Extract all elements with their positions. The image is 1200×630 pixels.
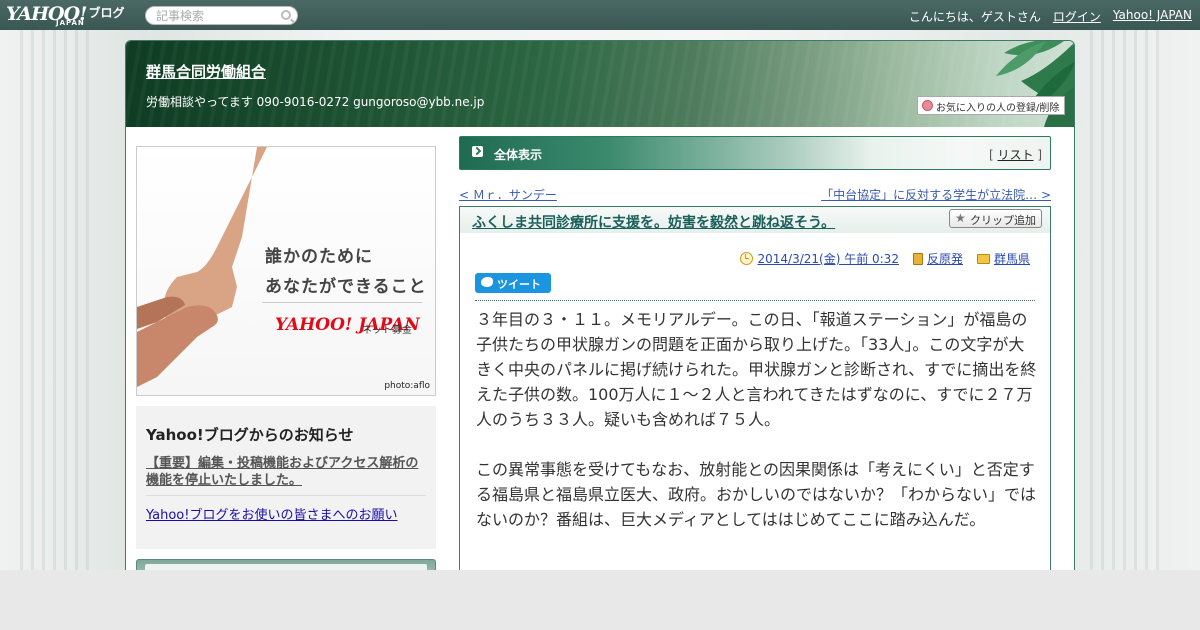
category-link-antinuclear[interactable]: 反原発 bbox=[927, 250, 963, 267]
banner-line-1: 誰かのために bbox=[265, 247, 373, 267]
yahoo-blog-logo[interactable]: YAHOO! ブログ JAPAN bbox=[6, 3, 125, 27]
article-title[interactable]: ふくしま共同診療所に支援を。妨害を毅然と跳ね返そう。 bbox=[472, 212, 835, 232]
article-date: 2014/3/21(金) 午前 0:32 bbox=[740, 250, 899, 267]
favorite-button-label: お気に入りの人の登録/削除 bbox=[936, 103, 1060, 114]
article-divider bbox=[475, 300, 1035, 301]
search-icon[interactable] bbox=[281, 10, 291, 20]
category-link-gunma[interactable]: 群馬県 bbox=[994, 250, 1030, 267]
all-display-label: 全体表示 bbox=[494, 148, 543, 162]
next-article-link[interactable]: 「中台協定」に反対する学生が立法院… > bbox=[821, 186, 1051, 203]
net-donation-banner[interactable]: 誰かのために あなたができること YAHOO! JAPAN ネット募金 phot… bbox=[136, 146, 436, 396]
list-link-wrapper: [ リスト ] bbox=[989, 146, 1042, 163]
notice-link-request[interactable]: Yahoo!ブログをお使いの皆さまへのお願い bbox=[146, 504, 426, 523]
search-input[interactable] bbox=[156, 9, 274, 23]
article-category: 反原発 bbox=[912, 250, 963, 267]
yahoo-blog-notice: Yahoo!ブログからのお知らせ 【重要】編集・投稿機能およびアクセス解析の機能… bbox=[136, 406, 436, 549]
list-bracket-close: ] bbox=[1037, 148, 1042, 162]
top-bar: YAHOO!ブログ JAPAN こんにちは、ゲストさん ログイン Yahoo! … bbox=[0, 0, 1200, 30]
article-date-link[interactable]: 2014/3/21(金) 午前 0:32 bbox=[757, 250, 898, 267]
logo-japan-text: JAPAN bbox=[56, 19, 85, 27]
article: ふくしま共同診療所に支援を。妨害を毅然と跳ね返そう。 ★ クリップ追加 2014… bbox=[459, 206, 1051, 579]
clip-button-label: クリップ追加 bbox=[970, 214, 1036, 227]
book-icon bbox=[912, 252, 923, 265]
list-bracket-open: [ bbox=[988, 148, 994, 162]
logo-blog-text: ブログ bbox=[88, 6, 125, 20]
blog-description: 労働相談やってます 090-9016-0272 gungoroso@ybb.ne… bbox=[146, 95, 485, 109]
tweet-button[interactable]: ツイート bbox=[475, 273, 551, 293]
twitter-bird-icon bbox=[481, 277, 493, 287]
star-icon: ★ bbox=[955, 211, 966, 225]
prev-article-link[interactable]: < Ｍｒ．サンデー bbox=[459, 186, 557, 203]
handshake-icon bbox=[137, 147, 267, 387]
tweet-label: ツイート bbox=[497, 278, 541, 291]
notice-title: Yahoo!ブログからのお知らせ bbox=[146, 426, 354, 444]
article-body: ３年目の３・１１。メモリアルデー。この日、「報道ステーション」が福島の子供たちの… bbox=[476, 307, 1038, 557]
login-link[interactable]: ログイン bbox=[1053, 8, 1101, 25]
favorite-icon bbox=[922, 100, 933, 111]
clock-icon bbox=[740, 252, 754, 265]
article-paragraph-1: ３年目の３・１１。メモリアルデー。この日、「報道ステーション」が福島の子供たちの… bbox=[476, 310, 1037, 429]
blog-header: 群馬合同労働組合 労働相談やってます 090-9016-0272 gungoro… bbox=[126, 41, 1074, 127]
arrow-right-icon bbox=[472, 146, 483, 157]
greeting-text: こんにちは、ゲストさん bbox=[908, 10, 1041, 24]
folder-icon bbox=[976, 253, 990, 264]
blog-title[interactable]: 群馬合同労働組合 bbox=[146, 61, 266, 82]
banner-net-donation: ネット募金 bbox=[362, 325, 412, 336]
article-title-bar: ふくしま共同診療所に支援を。妨害を毅然と跳ね返そう。 ★ クリップ追加 bbox=[460, 207, 1050, 233]
banner-divider bbox=[262, 302, 422, 303]
article-folder: 群馬県 bbox=[976, 250, 1030, 267]
page-footer-area bbox=[0, 570, 1200, 630]
clip-add-button[interactable]: ★ クリップ追加 bbox=[949, 209, 1042, 228]
top-nav: こんにちは、ゲストさん ログイン Yahoo! JAPAN bbox=[909, 8, 1192, 25]
all-display-bar: 全体表示 [ リスト ] bbox=[459, 136, 1051, 170]
yahoo-japan-link[interactable]: Yahoo! JAPAN bbox=[1113, 8, 1192, 25]
article-search bbox=[145, 6, 298, 25]
article-paragraph-2: この異常事態を受けてもなお、放射能との因果関係は「考えにくい」と否定する福島県と… bbox=[476, 460, 1037, 529]
blog-frame: 群馬合同労働組合 労働相談やってます 090-9016-0272 gungoro… bbox=[125, 40, 1075, 580]
favorite-register-button[interactable]: お気に入りの人の登録/削除 bbox=[917, 96, 1065, 115]
list-link[interactable]: リスト bbox=[997, 148, 1033, 162]
banner-photo-credit: photo:aflo bbox=[384, 381, 430, 391]
banner-line-2: あなたができること bbox=[265, 277, 427, 297]
article-meta: 2014/3/21(金) 午前 0:32 反原発 群馬県 bbox=[740, 250, 1030, 267]
notice-link-important[interactable]: 【重要】編集・投稿機能およびアクセス解析の機能を停止いたしました。 bbox=[146, 455, 426, 496]
